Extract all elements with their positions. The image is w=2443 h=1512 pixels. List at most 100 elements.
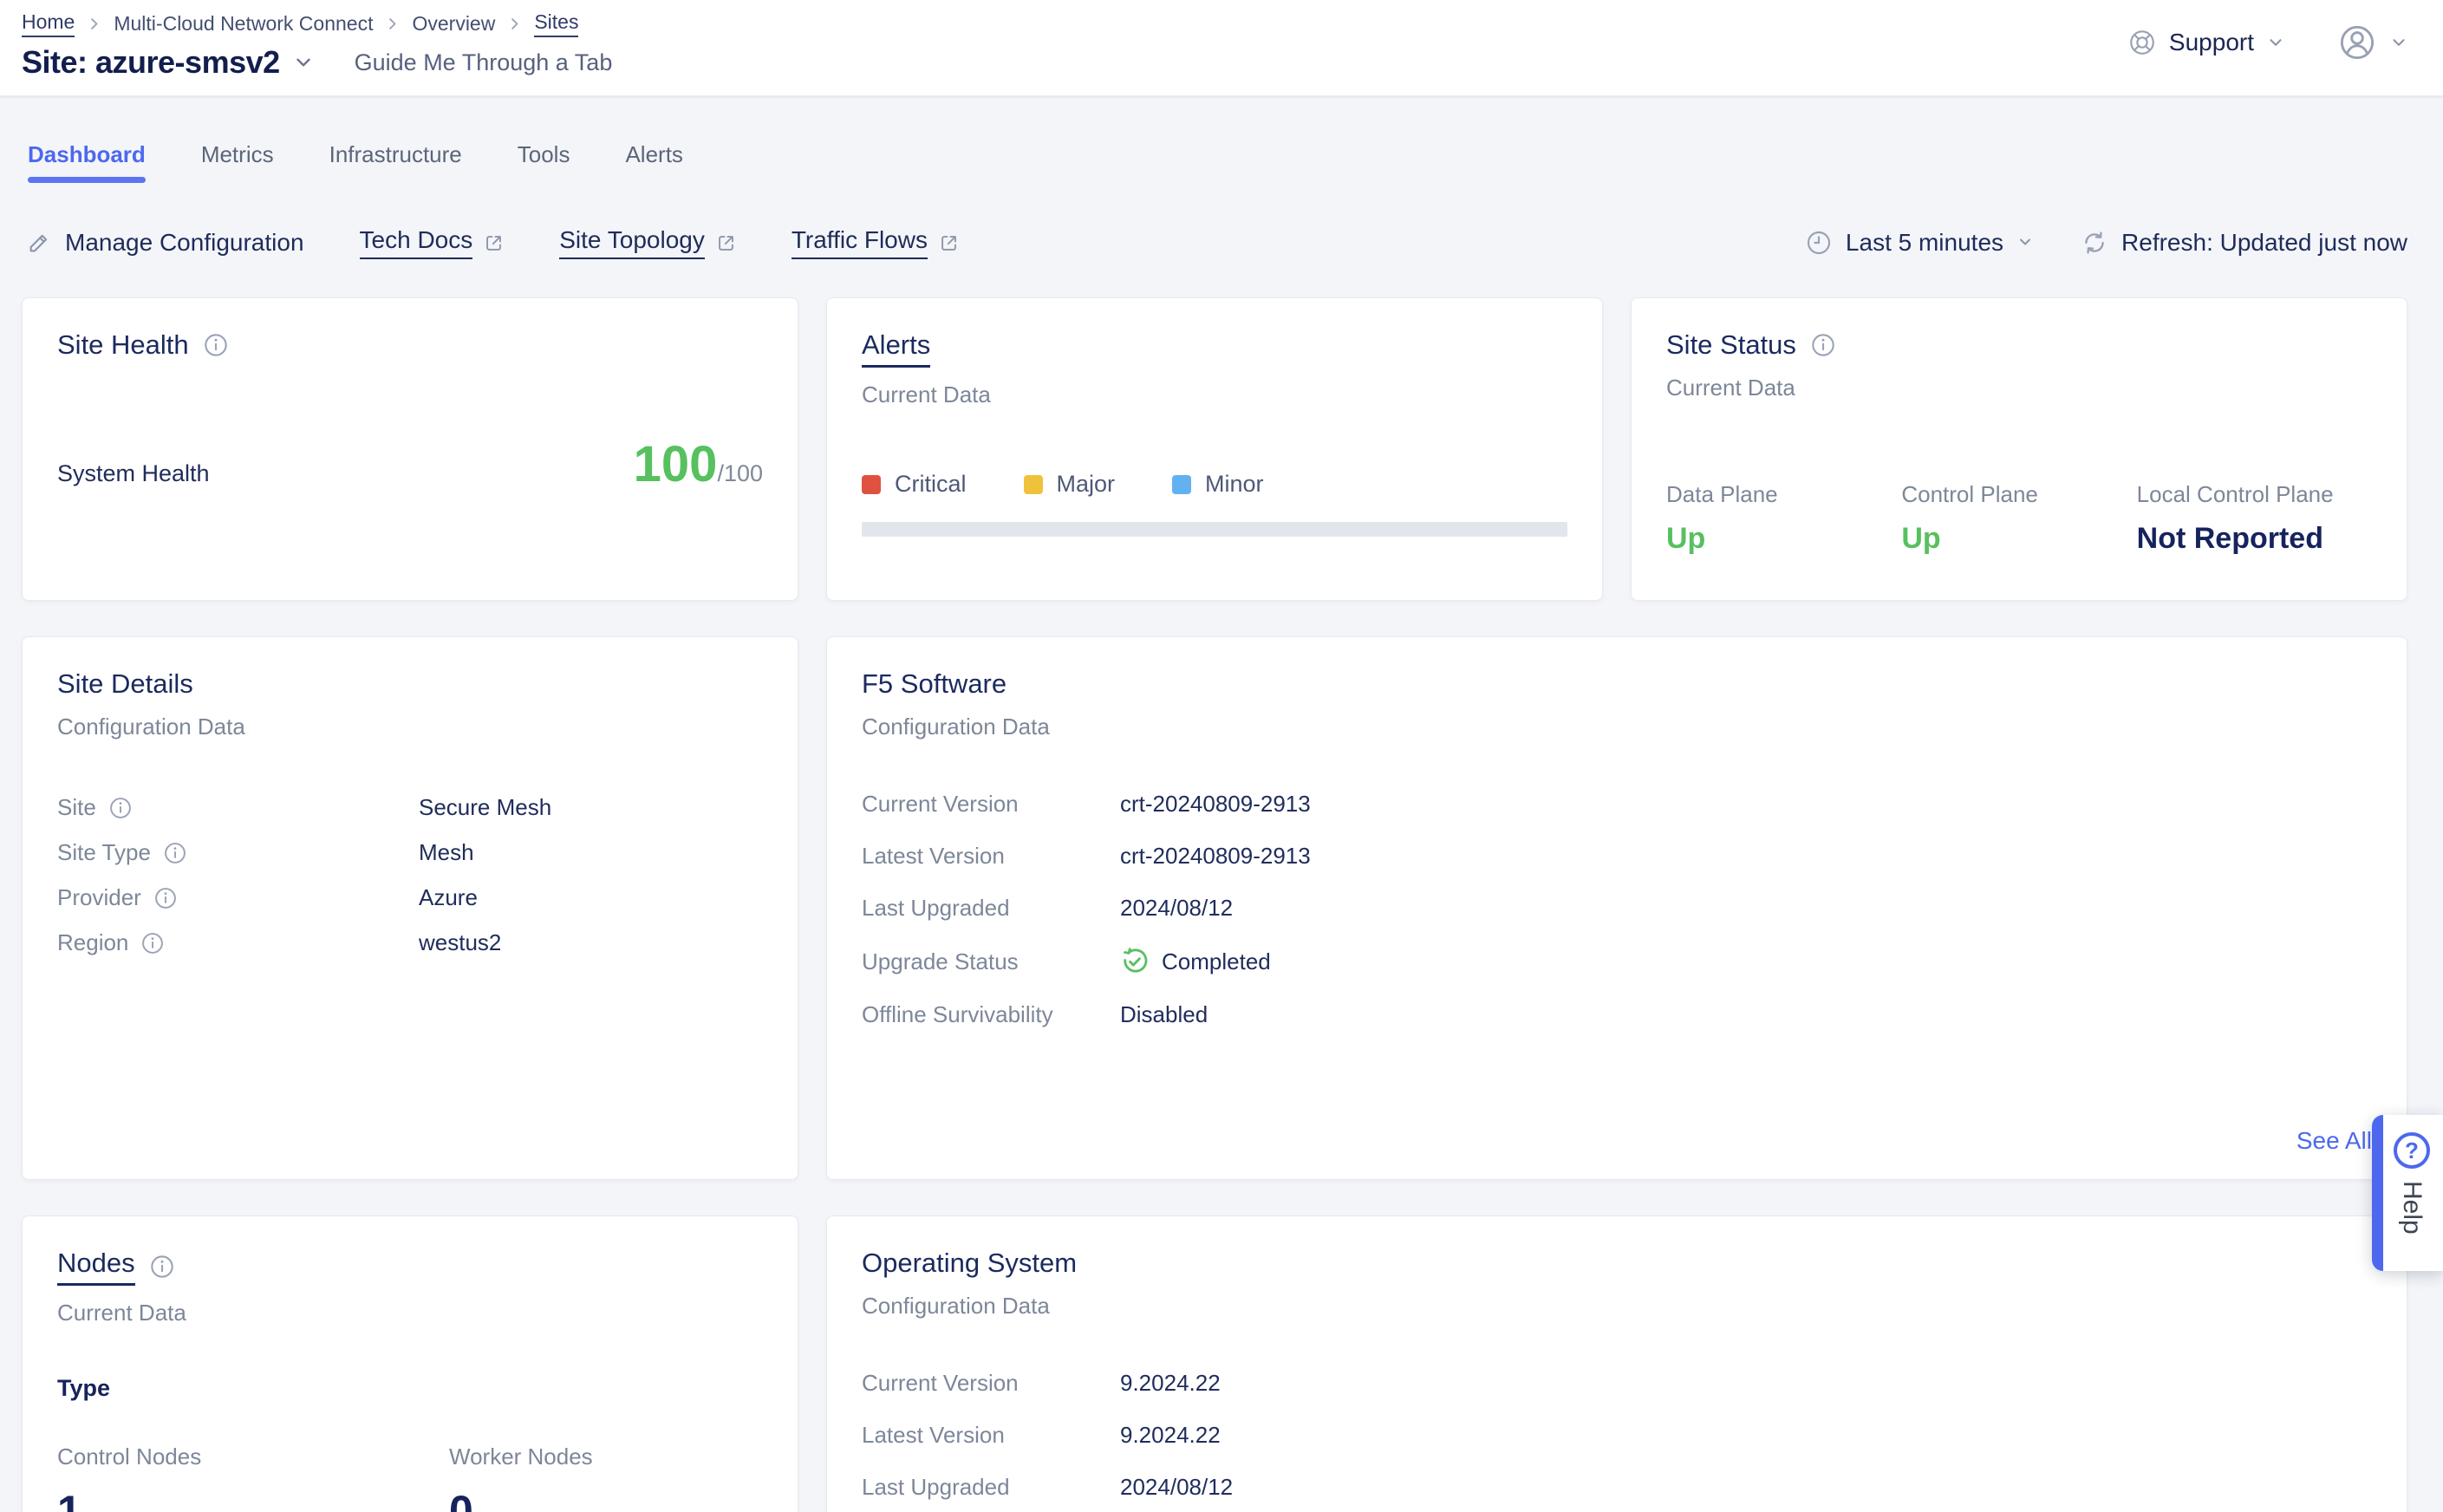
- nodes-title-link[interactable]: Nodes: [57, 1248, 135, 1286]
- os-latest-version-value: 9.2024.22: [1120, 1422, 2372, 1449]
- nodes-card: Nodes Current Data Type Control Nodes 1 …: [22, 1215, 798, 1512]
- chevron-right-icon: [384, 16, 401, 32]
- external-link-icon: [482, 231, 505, 255]
- system-health-score: 100/100: [634, 435, 763, 493]
- site-details-subtitle: Configuration Data: [57, 714, 763, 740]
- time-range-selector[interactable]: Last 5 minutes: [1805, 229, 2036, 257]
- tab-metrics[interactable]: Metrics: [201, 141, 274, 183]
- chevron-right-icon: [86, 16, 102, 32]
- tab-bar: Dashboard Metrics Infrastructure Tools A…: [28, 141, 2443, 183]
- os-current-version-value: 9.2024.22: [1120, 1370, 2372, 1397]
- nodes-subtitle: Current Data: [57, 1300, 763, 1326]
- alerts-title-link[interactable]: Alerts: [862, 329, 930, 368]
- dashboard-toolbar: Manage Configuration Tech Docs Site Topo…: [26, 226, 2407, 259]
- site-details-card: Site Details Configuration Data Site Sec…: [22, 636, 798, 1180]
- tab-alerts[interactable]: Alerts: [625, 141, 682, 183]
- data-plane-status: Data Plane Up: [1666, 481, 1901, 556]
- user-avatar-icon: [2337, 23, 2377, 62]
- offline-survivability-label: Offline Survivability: [862, 1001, 1120, 1028]
- os-last-upgraded-value: 2024/08/12: [1120, 1474, 2372, 1501]
- nodes-type-label: Type: [57, 1375, 763, 1402]
- alerts-bar: [862, 522, 1567, 537]
- worker-nodes-value: 0: [449, 1486, 763, 1512]
- control-nodes-value: 1: [57, 1486, 449, 1512]
- breadcrumb-item: Overview: [412, 12, 495, 36]
- pencil-icon: [26, 230, 52, 256]
- traffic-flows-link[interactable]: Traffic Flows: [792, 226, 961, 259]
- site-status-card: Site Status Current Data Data Plane Up C…: [1631, 297, 2407, 601]
- control-plane-label: Control Plane: [1901, 481, 2136, 508]
- upgrade-status-label: Upgrade Status: [862, 948, 1120, 975]
- provider-label: Provider: [57, 884, 141, 911]
- site-details-title: Site Details: [57, 668, 193, 700]
- control-nodes-label: Control Nodes: [57, 1444, 449, 1470]
- os-current-version-label: Current Version: [862, 1370, 1120, 1397]
- provider-label-row: Provider: [57, 884, 419, 911]
- operating-system-title: Operating System: [862, 1248, 1077, 1279]
- guide-me-link[interactable]: Guide Me Through a Tab: [355, 49, 613, 76]
- help-widget[interactable]: Help: [2372, 1115, 2443, 1271]
- current-version-label: Current Version: [862, 791, 1120, 818]
- tab-infrastructure[interactable]: Infrastructure: [329, 141, 462, 183]
- site-health-card: Site Health System Health 100/100: [22, 297, 798, 601]
- tab-tools[interactable]: Tools: [518, 141, 570, 183]
- info-icon[interactable]: [153, 886, 178, 910]
- upgrade-status-value: Completed: [1162, 948, 1271, 975]
- data-plane-label: Data Plane: [1666, 481, 1901, 508]
- tech-docs-link[interactable]: Tech Docs: [360, 226, 506, 259]
- info-icon[interactable]: [108, 796, 133, 820]
- info-icon[interactable]: [1810, 332, 1836, 358]
- support-label: Support: [2169, 29, 2254, 56]
- offline-survivability-value: Disabled: [1120, 1001, 2372, 1028]
- chevron-down-icon: [2389, 33, 2408, 52]
- breadcrumb-sites[interactable]: Sites: [534, 10, 578, 37]
- os-latest-version-label: Latest Version: [862, 1422, 1120, 1449]
- local-control-plane-value: Not Reported: [2137, 522, 2372, 556]
- see-all-link[interactable]: See All: [2296, 1127, 2372, 1155]
- alerts-legend: Critical Major Minor: [862, 471, 1567, 498]
- tech-docs-label: Tech Docs: [360, 226, 473, 259]
- minor-swatch: [1172, 475, 1191, 494]
- help-question-icon: [2394, 1132, 2430, 1169]
- clock-icon: [1805, 229, 1833, 257]
- completed-check-icon: [1120, 947, 1150, 976]
- info-icon[interactable]: [140, 931, 165, 955]
- support-menu[interactable]: Support: [2127, 28, 2285, 57]
- latest-version-label: Latest Version: [862, 843, 1120, 870]
- breadcrumb: Home Multi-Cloud Network Connect Overvie…: [22, 10, 2408, 37]
- traffic-flows-label: Traffic Flows: [792, 226, 928, 259]
- legend-item-minor[interactable]: Minor: [1172, 471, 1264, 498]
- lifebuoy-icon: [2127, 28, 2157, 57]
- score-max: /100: [717, 460, 763, 486]
- tab-dashboard[interactable]: Dashboard: [28, 141, 146, 183]
- breadcrumb-home[interactable]: Home: [22, 10, 75, 37]
- info-icon[interactable]: [203, 332, 229, 358]
- f5-software-card: F5 Software Configuration Data Current V…: [826, 636, 2407, 1180]
- info-icon[interactable]: [163, 841, 187, 865]
- page-header: Home Multi-Cloud Network Connect Overvie…: [0, 0, 2443, 98]
- info-icon[interactable]: [149, 1254, 175, 1280]
- site-selector-chevron-icon[interactable]: [292, 51, 315, 74]
- chevron-down-icon: [2016, 233, 2036, 252]
- manage-configuration-button[interactable]: Manage Configuration: [26, 229, 304, 257]
- last-upgraded-label: Last Upgraded: [862, 895, 1120, 922]
- legend-item-critical[interactable]: Critical: [862, 471, 967, 498]
- region-label: Region: [57, 929, 128, 956]
- site-topology-link[interactable]: Site Topology: [559, 226, 738, 259]
- data-plane-value: Up: [1666, 522, 1901, 556]
- worker-nodes-label: Worker Nodes: [449, 1444, 763, 1470]
- site-label-row: Site: [57, 794, 419, 821]
- control-plane-status: Control Plane Up: [1901, 481, 2136, 556]
- control-nodes-stat: Control Nodes 1: [57, 1444, 449, 1512]
- site-topology-label: Site Topology: [559, 226, 705, 259]
- region-value: westus2: [419, 929, 763, 956]
- account-menu[interactable]: [2337, 23, 2408, 62]
- major-swatch: [1024, 475, 1043, 494]
- refresh-button[interactable]: Refresh: Updated just now: [2081, 229, 2407, 257]
- worker-nodes-stat: Worker Nodes 0: [449, 1444, 763, 1512]
- site-label: Site: [57, 794, 96, 821]
- legend-item-major[interactable]: Major: [1024, 471, 1116, 498]
- local-control-plane-status: Local Control Plane Not Reported: [2137, 481, 2372, 556]
- operating-system-subtitle: Configuration Data: [862, 1293, 2372, 1320]
- site-health-title: Site Health: [57, 329, 189, 361]
